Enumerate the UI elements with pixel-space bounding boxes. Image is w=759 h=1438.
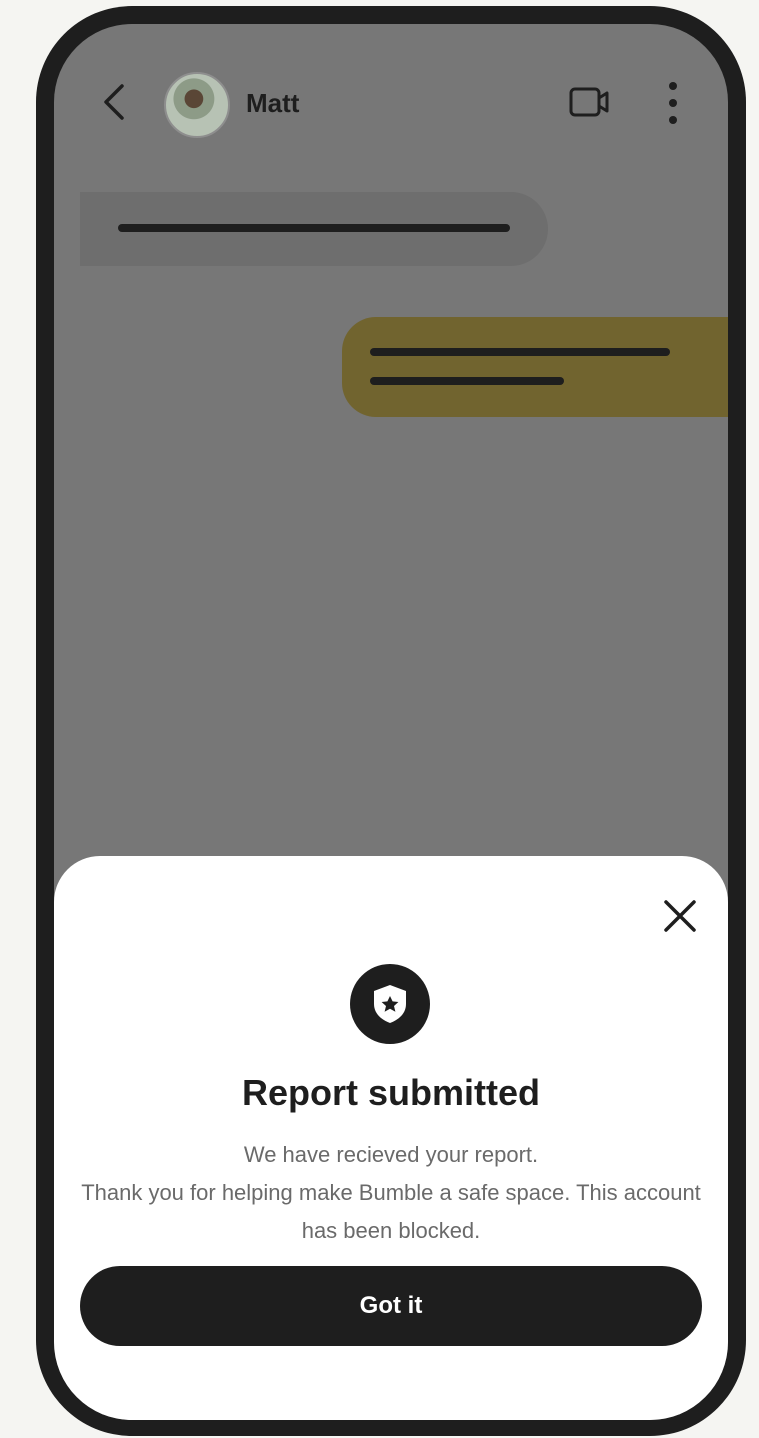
dialog-message-line: We have recieved your report.	[243, 1142, 539, 1167]
more-options-button[interactable]	[658, 80, 688, 126]
close-icon	[664, 900, 696, 932]
more-vertical-icon	[669, 82, 677, 124]
phone-frame: Matt Report submitted We have recieved y…	[36, 6, 746, 1436]
message-text-placeholder	[118, 224, 510, 232]
contact-name[interactable]: Matt	[246, 88, 299, 119]
incoming-message-bubble	[80, 192, 548, 266]
outgoing-message-bubble	[342, 317, 728, 417]
video-call-button[interactable]	[568, 84, 612, 120]
chevron-left-icon	[104, 84, 124, 120]
message-text-placeholder	[370, 348, 670, 356]
dialog-title: Report submitted	[241, 1072, 540, 1113]
video-camera-icon	[569, 87, 609, 117]
chat-screen: Matt Report submitted We have recieved y…	[54, 24, 728, 1420]
close-button[interactable]	[660, 896, 700, 936]
message-text-placeholder	[370, 377, 564, 385]
back-button[interactable]	[96, 82, 136, 122]
got-it-button[interactable]: Got it	[80, 1266, 702, 1346]
shield-star-icon	[350, 964, 430, 1044]
dialog-message: We have recieved your report. Thank you …	[74, 1136, 708, 1250]
report-submitted-sheet: Report submitted We have recieved your r…	[54, 856, 728, 1420]
avatar[interactable]	[164, 72, 230, 138]
dialog-message-line: Thank you for helping make Bumble a safe…	[81, 1180, 701, 1243]
